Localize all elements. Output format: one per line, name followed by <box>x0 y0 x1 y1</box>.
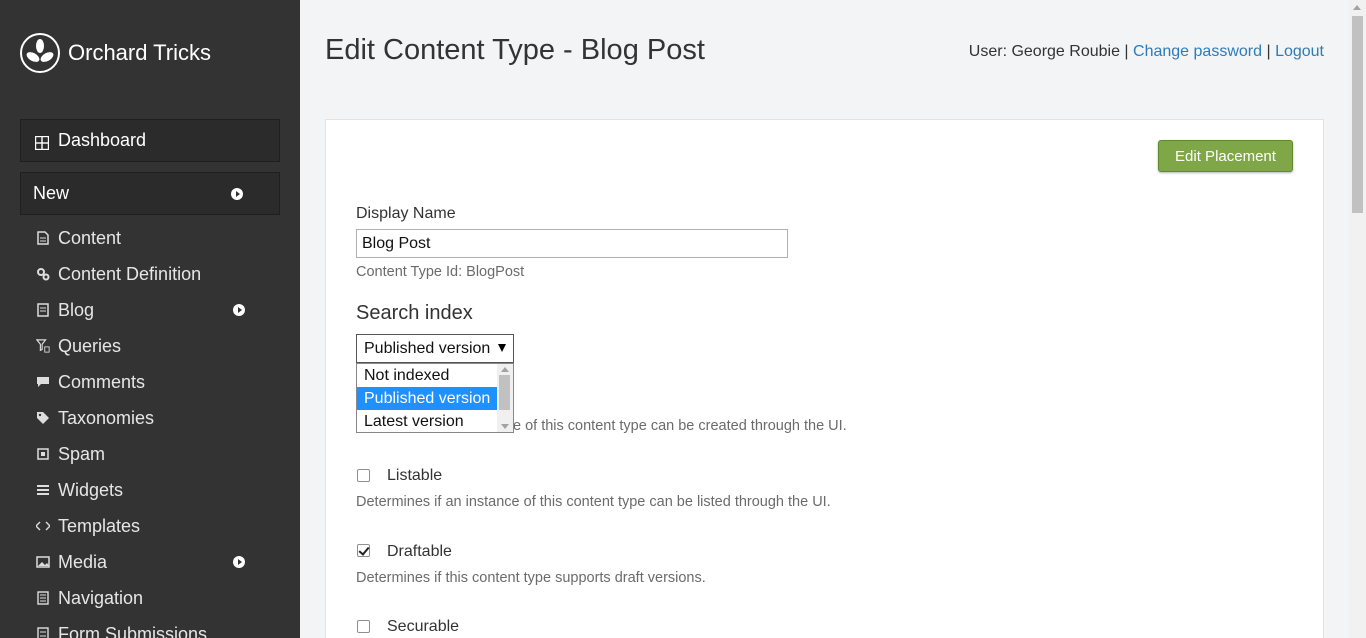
option-not-indexed[interactable]: Not indexed <box>357 364 497 387</box>
sidebar-item-comments[interactable]: Comments <box>0 364 300 400</box>
sidebar-item-label: Blog <box>58 299 95 320</box>
user-name: User: George Roubie <box>968 43 1120 60</box>
display-name-label: Display Name <box>356 205 456 222</box>
form-icon <box>36 627 50 638</box>
cogs-icon <box>36 267 50 281</box>
listable-hint: Determines if an instance of this conten… <box>356 494 831 510</box>
dashboard-label: Dashboard <box>58 130 147 150</box>
separator: | <box>1266 43 1271 60</box>
sidebar-item-queries[interactable]: Queries <box>0 328 300 364</box>
chevron-right-icon <box>233 556 245 568</box>
display-name-input[interactable] <box>356 229 788 258</box>
sidebar-item-label: Navigation <box>58 587 144 608</box>
separator: | <box>1124 43 1129 60</box>
sidebar-item-label: Taxonomies <box>58 407 155 428</box>
sidebar: Orchard Tricks Dashboard New Content Cont… <box>0 0 300 638</box>
sidebar-item-label: Content Definition <box>58 263 202 284</box>
search-index-dropdown[interactable]: Not indexed Published version Latest ver… <box>356 363 514 433</box>
sidebar-item-media[interactable]: Media <box>0 544 300 580</box>
change-password-link[interactable]: Change password <box>1133 43 1262 60</box>
filter-icon <box>36 339 50 353</box>
listable-checkbox[interactable] <box>357 469 370 482</box>
sidebar-item-label: Spam <box>58 443 106 464</box>
option-latest-version[interactable]: Latest version <box>357 410 497 433</box>
page-scrollbar[interactable] <box>1349 0 1366 638</box>
creatable-hint: e of this content type can be created th… <box>513 418 847 434</box>
scroll-up-icon <box>1353 5 1361 10</box>
sidebar-item-spam[interactable]: Spam <box>0 436 300 472</box>
scroll-down-icon <box>501 424 509 429</box>
blog-icon <box>36 303 50 317</box>
document-icon <box>36 231 50 245</box>
image-icon <box>36 555 50 569</box>
sidebar-nav: Content Content Definition Blog Queries Comm… <box>0 220 300 638</box>
dropdown-scrollbar[interactable] <box>497 364 513 432</box>
brand-name: Orchard Tricks <box>68 40 212 65</box>
caret-down-icon <box>498 344 506 352</box>
draftable-label: Draftable <box>387 543 452 560</box>
sidebar-item-dashboard[interactable]: Dashboard <box>20 119 280 162</box>
chevron-right-icon <box>233 304 245 316</box>
content-panel: Edit Placement Display Name Content Type… <box>325 119 1324 638</box>
sidebar-item-label: Form Submissions <box>58 623 208 638</box>
sidebar-item-label: Widgets <box>58 479 124 500</box>
brand[interactable]: Orchard Tricks <box>20 33 211 73</box>
search-index-selected: Published version <box>364 339 491 357</box>
listable-label: Listable <box>387 467 443 484</box>
dashboard-grid-icon <box>34 134 50 150</box>
content-type-id: Content Type Id: BlogPost <box>356 264 525 280</box>
tags-icon <box>36 411 50 425</box>
user-bar: User: George Roubie | Change password | … <box>969 43 1324 61</box>
draftable-checkbox[interactable] <box>357 544 370 557</box>
comment-icon <box>36 375 50 389</box>
sidebar-item-new[interactable]: New <box>20 172 280 215</box>
sidebar-item-label: Media <box>58 551 108 572</box>
search-index-select[interactable]: Published version <box>356 334 514 363</box>
code-icon <box>36 519 50 533</box>
spam-icon <box>36 447 50 461</box>
search-index-heading: Search index <box>356 302 473 324</box>
securable-label: Securable <box>387 618 460 635</box>
draftable-hint: Determines if this content type supports… <box>356 570 706 586</box>
new-label: New <box>33 183 70 203</box>
widgets-icon <box>36 483 50 497</box>
sidebar-item-label: Queries <box>58 335 122 356</box>
scroll-up-icon <box>501 367 509 372</box>
sidebar-item-taxonomies[interactable]: Taxonomies <box>0 400 300 436</box>
sidebar-item-blog[interactable]: Blog <box>0 292 300 328</box>
edit-placement-button[interactable]: Edit Placement <box>1158 140 1293 172</box>
page-title: Edit Content Type - Blog Post <box>325 34 705 66</box>
sidebar-item-widgets[interactable]: Widgets <box>0 472 300 508</box>
sidebar-item-label: Comments <box>58 371 146 392</box>
sidebar-item-label: Content <box>58 227 122 248</box>
sidebar-item-form-submissions[interactable]: Form Submissions <box>0 616 300 638</box>
sidebar-item-label: Templates <box>58 515 141 536</box>
list-icon <box>36 591 50 605</box>
option-published-version[interactable]: Published version <box>357 387 497 410</box>
sidebar-item-content-definition[interactable]: Content Definition <box>0 256 300 292</box>
orchard-logo-icon <box>20 33 60 73</box>
sidebar-item-templates[interactable]: Templates <box>0 508 300 544</box>
securable-checkbox[interactable] <box>357 620 370 633</box>
page-scroll-thumb[interactable] <box>1352 16 1363 213</box>
sidebar-item-navigation[interactable]: Navigation <box>0 580 300 616</box>
chevron-right-icon <box>231 187 243 200</box>
scroll-thumb[interactable] <box>499 375 510 410</box>
sidebar-item-content[interactable]: Content <box>0 220 300 256</box>
logout-link[interactable]: Logout <box>1275 43 1324 60</box>
